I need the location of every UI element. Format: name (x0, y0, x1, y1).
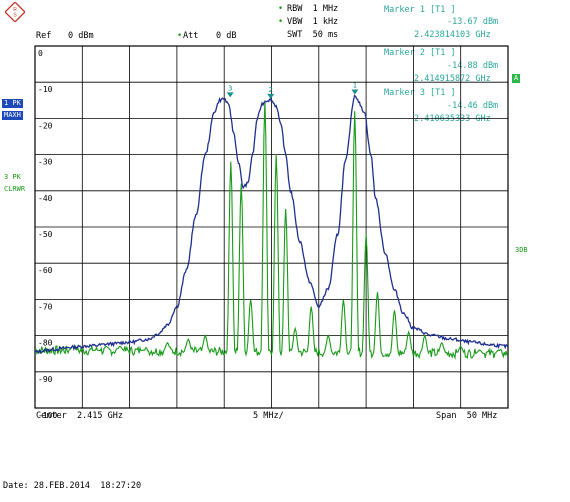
y-tick-label: -30 (38, 158, 53, 167)
y-tick-label: 0 (38, 49, 43, 58)
y-tick-label: -60 (38, 266, 53, 275)
marker-3-triangle (226, 92, 234, 98)
y-tick-label: -20 (38, 121, 53, 130)
y-tick-label: -90 (38, 375, 53, 384)
center-frequency: Center 2.415 GHz (36, 411, 123, 421)
y-tick-labels: 0-10-20-30-40-50-60-70-80-90-100 (38, 49, 57, 420)
marker-3-label: 3 (228, 84, 232, 92)
y-tick-label: -10 (38, 85, 53, 94)
marker-symbols: 1 2 3 (226, 81, 359, 99)
marker-2-triangle (267, 93, 275, 99)
spectrum-plot: 0-10-20-30-40-50-60-70-80-90-100 123 (34, 45, 509, 420)
y-tick-label: -40 (38, 194, 53, 203)
marker-1-label: 1 (353, 81, 357, 89)
marker-1-triangle (351, 89, 359, 95)
marker-2-label: 2 (269, 86, 273, 94)
span-setting: Span 50 MHz (436, 411, 498, 421)
y-tick-label: -70 (38, 302, 53, 311)
per-division: 5 MHz/ (253, 411, 284, 421)
y-tick-label: -50 (38, 230, 53, 239)
date-stamp: Date: 28.FEB.2014 18:27:20 (3, 481, 142, 491)
y-tick-label: -80 (38, 339, 53, 348)
